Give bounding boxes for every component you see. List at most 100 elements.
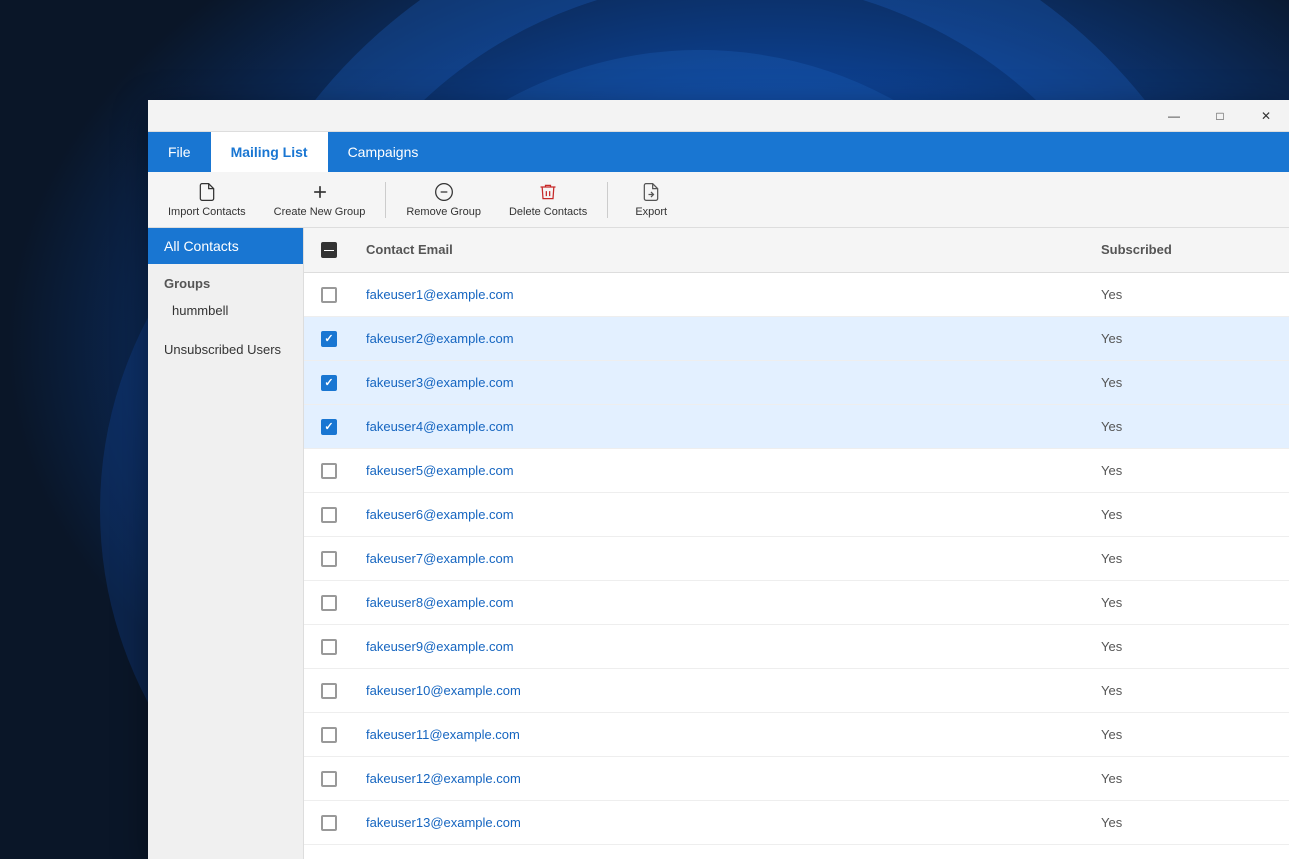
minimize-button[interactable]: — — [1151, 100, 1197, 132]
select-all-checkbox[interactable] — [321, 242, 337, 258]
th-checkbox[interactable] — [304, 236, 354, 264]
row-checkbox-cell — [304, 463, 354, 479]
table-row[interactable]: fakeuser2@example.comYes — [304, 317, 1289, 361]
export-icon — [639, 180, 663, 204]
row-checkbox-11[interactable] — [321, 727, 337, 743]
toolbar-group-create: Create New Group — [262, 176, 378, 224]
remove-group-button[interactable]: Remove Group — [394, 176, 493, 224]
table-row[interactable]: fakeuser5@example.comYes — [304, 449, 1289, 493]
contact-table[interactable]: Contact Email Subscribed fakeuser1@examp… — [304, 228, 1289, 859]
row-checkbox-5[interactable] — [321, 463, 337, 479]
toolbar-group-remove: Remove Group — [394, 176, 493, 224]
tab-file[interactable]: File — [148, 132, 211, 172]
table-row[interactable]: fakeuser1@example.comYes — [304, 273, 1289, 317]
row-checkbox-cell — [304, 815, 354, 831]
row-checkbox-1[interactable] — [321, 287, 337, 303]
row-email: fakeuser1@example.com — [354, 279, 1089, 310]
row-subscribed: Yes — [1089, 411, 1289, 442]
row-email: fakeuser9@example.com — [354, 631, 1089, 662]
row-email: fakeuser13@example.com — [354, 807, 1089, 838]
row-email: fakeuser11@example.com — [354, 719, 1089, 750]
row-checkbox-8[interactable] — [321, 595, 337, 611]
row-email: fakeuser2@example.com — [354, 323, 1089, 354]
table-row[interactable]: fakeuser9@example.comYes — [304, 625, 1289, 669]
row-email: fakeuser4@example.com — [354, 411, 1089, 442]
toolbar-group-delete: Delete Contacts — [497, 176, 599, 224]
sidebar-item-all-contacts[interactable]: All Contacts — [148, 228, 303, 264]
row-email: fakeuser7@example.com — [354, 543, 1089, 574]
body-area: All Contacts Groups hummbell Unsubscribe… — [148, 228, 1289, 859]
row-checkbox-2[interactable] — [321, 331, 337, 347]
table-row[interactable]: fakeuser10@example.comYes — [304, 669, 1289, 713]
row-checkbox-cell — [304, 375, 354, 391]
toolbar-group-export: Export — [616, 176, 686, 224]
sidebar-item-hummbell[interactable]: hummbell — [148, 295, 303, 326]
main-content: Contact Email Subscribed fakeuser1@examp… — [304, 228, 1289, 859]
plus-icon — [308, 180, 332, 204]
table-rows-container: fakeuser1@example.comYesfakeuser2@exampl… — [304, 273, 1289, 845]
app-window: — □ ✕ File Mailing List Campaigns Import… — [148, 100, 1289, 859]
row-checkbox-cell — [304, 639, 354, 655]
table-row[interactable]: fakeuser4@example.comYes — [304, 405, 1289, 449]
row-subscribed: Yes — [1089, 279, 1289, 310]
table-row[interactable]: fakeuser6@example.comYes — [304, 493, 1289, 537]
row-checkbox-12[interactable] — [321, 771, 337, 787]
row-checkbox-cell — [304, 331, 354, 347]
tab-campaigns[interactable]: Campaigns — [328, 132, 439, 172]
toolbar-separator-1 — [385, 182, 386, 218]
table-row[interactable]: fakeuser3@example.comYes — [304, 361, 1289, 405]
table-row[interactable]: fakeuser12@example.comYes — [304, 757, 1289, 801]
toolbar-group-import: Import Contacts — [156, 176, 258, 224]
table-row[interactable]: fakeuser13@example.comYes — [304, 801, 1289, 845]
row-checkbox-cell — [304, 287, 354, 303]
delete-contacts-button[interactable]: Delete Contacts — [497, 176, 599, 224]
table-row[interactable]: fakeuser7@example.comYes — [304, 537, 1289, 581]
row-subscribed: Yes — [1089, 763, 1289, 794]
file-icon — [195, 180, 219, 204]
row-subscribed: Yes — [1089, 543, 1289, 574]
row-checkbox-7[interactable] — [321, 551, 337, 567]
trash-icon — [536, 180, 560, 204]
toolbar-separator-2 — [607, 182, 608, 218]
row-subscribed: Yes — [1089, 719, 1289, 750]
title-bar-controls: — □ ✕ — [1151, 100, 1289, 131]
import-contacts-label: Import Contacts — [168, 206, 246, 219]
row-subscribed: Yes — [1089, 367, 1289, 398]
table-row[interactable]: fakeuser8@example.comYes — [304, 581, 1289, 625]
row-checkbox-cell — [304, 551, 354, 567]
row-checkbox-cell — [304, 419, 354, 435]
row-checkbox-10[interactable] — [321, 683, 337, 699]
row-email: fakeuser6@example.com — [354, 499, 1089, 530]
row-subscribed: Yes — [1089, 807, 1289, 838]
delete-contacts-label: Delete Contacts — [509, 206, 587, 219]
row-checkbox-3[interactable] — [321, 375, 337, 391]
row-checkbox-6[interactable] — [321, 507, 337, 523]
toolbar: Import Contacts Create New Group — [148, 172, 1289, 228]
row-checkbox-9[interactable] — [321, 639, 337, 655]
row-checkbox-13[interactable] — [321, 815, 337, 831]
row-email: fakeuser5@example.com — [354, 455, 1089, 486]
maximize-button[interactable]: □ — [1197, 100, 1243, 132]
row-checkbox-cell — [304, 771, 354, 787]
sidebar: All Contacts Groups hummbell Unsubscribe… — [148, 228, 304, 859]
sidebar-groups-header: Groups — [148, 264, 303, 295]
menu-bar: File Mailing List Campaigns — [148, 132, 1289, 172]
tab-mailing-list[interactable]: Mailing List — [211, 132, 328, 172]
row-subscribed: Yes — [1089, 675, 1289, 706]
export-button[interactable]: Export — [616, 176, 686, 224]
import-contacts-button[interactable]: Import Contacts — [156, 176, 258, 224]
row-checkbox-4[interactable] — [321, 419, 337, 435]
close-button[interactable]: ✕ — [1243, 100, 1289, 132]
row-subscribed: Yes — [1089, 499, 1289, 530]
row-checkbox-cell — [304, 595, 354, 611]
title-bar: — □ ✕ — [148, 100, 1289, 132]
row-subscribed: Yes — [1089, 323, 1289, 354]
row-email: fakeuser3@example.com — [354, 367, 1089, 398]
create-new-group-button[interactable]: Create New Group — [262, 176, 378, 224]
table-row[interactable]: fakeuser11@example.comYes — [304, 713, 1289, 757]
row-subscribed: Yes — [1089, 587, 1289, 618]
row-checkbox-cell — [304, 507, 354, 523]
row-email: fakeuser10@example.com — [354, 675, 1089, 706]
minus-circle-icon — [432, 180, 456, 204]
sidebar-item-unsubscribed[interactable]: Unsubscribed Users — [148, 334, 303, 365]
